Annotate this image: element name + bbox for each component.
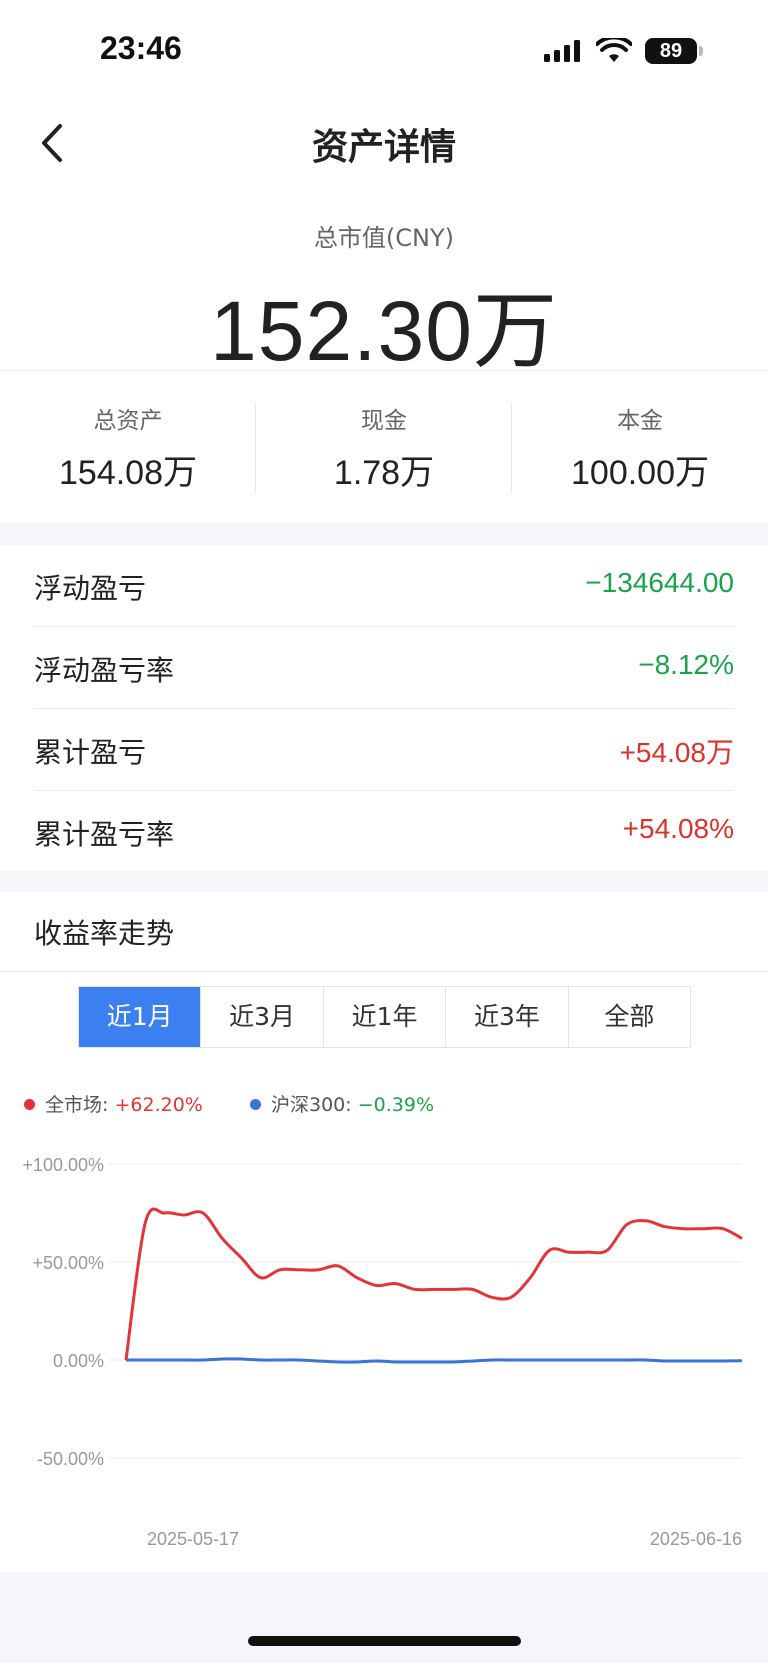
series-line xyxy=(124,1207,743,1361)
stat-value: 100.00万 xyxy=(571,454,709,492)
y-tick-label: -50.00% xyxy=(37,1449,104,1469)
wifi-icon xyxy=(596,38,632,62)
asset-stats: 总资产 154.08万 现金 1.78万 本金 100.00万 xyxy=(0,370,768,522)
page-title: 资产详情 xyxy=(311,127,456,168)
return-line-chart: +100.00% +50.00% 0.00% -50.00% 2025-05-17 202… xyxy=(22,1155,743,1549)
pnl-label: 累计盈亏率 xyxy=(34,818,175,851)
home-indicator[interactable] xyxy=(248,1636,521,1646)
pnl-value: −134644.00 xyxy=(585,567,734,598)
pnl-value: +54.08% xyxy=(622,813,734,844)
cellular-signal-icon xyxy=(544,40,580,62)
pnl-row-floating: 浮动盈亏 −134644.00 xyxy=(34,545,734,627)
stat-value: 1.78万 xyxy=(333,454,435,492)
pnl-list: 浮动盈亏 −134644.00 浮动盈亏率 −8.12% 累计盈亏 +54.08… xyxy=(0,545,768,871)
stat-label: 本金 xyxy=(617,408,663,434)
y-tick-label: +50.00% xyxy=(32,1253,104,1273)
pnl-row-floating-rate: 浮动盈亏率 −8.12% xyxy=(34,627,734,709)
nav-bar: 资产详情 xyxy=(0,100,768,190)
status-time: 23:46 xyxy=(100,30,182,66)
stat-label: 现金 xyxy=(361,408,407,434)
y-tick-label: 0.00% xyxy=(53,1351,104,1371)
pnl-label: 浮动盈亏率 xyxy=(34,654,175,687)
pnl-value: −8.12% xyxy=(638,649,734,680)
series-line xyxy=(125,1357,743,1364)
footer xyxy=(0,1572,768,1663)
stat-total-assets: 总资产 154.08万 xyxy=(0,401,256,494)
total-market-value: 152.30万 xyxy=(210,284,558,378)
stat-value: 154.08万 xyxy=(59,454,197,492)
return-trend-chart-area: 近1月 近3月 近1年 近3年 全部 全市场: +62.20% 沪深300: −… xyxy=(0,972,768,1572)
pnl-value: +54.08万 xyxy=(619,737,734,768)
x-tick-label: 2025-05-17 xyxy=(147,1529,239,1549)
y-tick-label: +100.00% xyxy=(22,1155,104,1175)
total-market-value-section: 总市值(CNY) 152.30万 xyxy=(0,190,768,378)
battery-tip xyxy=(699,46,703,56)
pnl-label: 浮动盈亏 xyxy=(34,572,147,605)
status-bar: 23:46 89 xyxy=(0,0,768,100)
stat-principal: 本金 100.00万 xyxy=(512,401,768,494)
pnl-label: 累计盈亏 xyxy=(34,736,147,769)
battery-icon: 89 xyxy=(645,38,697,64)
return-trend-header: 收益率走势 xyxy=(0,892,768,972)
x-tick-label: 2025-06-16 xyxy=(650,1529,742,1549)
total-market-value-label: 总市值(CNY) xyxy=(313,224,455,252)
section-title: 收益率走势 xyxy=(34,917,175,950)
stat-label: 总资产 xyxy=(93,408,163,434)
pnl-row-cumulative: 累计盈亏 +54.08万 xyxy=(34,709,734,791)
pnl-row-cumulative-rate: 累计盈亏率 +54.08% xyxy=(34,791,734,873)
stat-cash: 现金 1.78万 xyxy=(256,401,512,494)
